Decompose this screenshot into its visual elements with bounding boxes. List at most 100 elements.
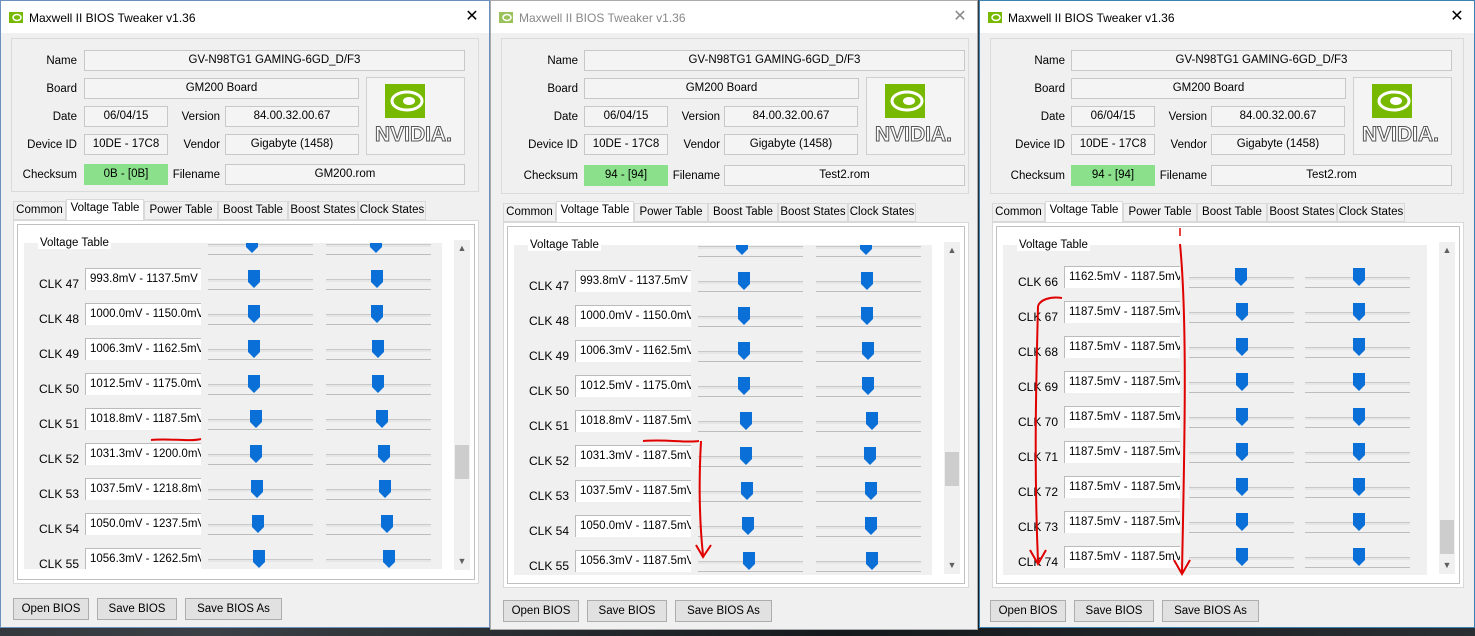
min-voltage-slider[interactable] bbox=[1189, 510, 1294, 540]
version-field[interactable]: 84.00.32.00.67 bbox=[225, 106, 359, 127]
voltage-range-field[interactable]: 1031.3mV - 1187.5mV bbox=[575, 445, 691, 467]
slider-thumb-icon[interactable] bbox=[383, 550, 395, 568]
voltage-range-field[interactable]: 1056.3mV - 1262.5mV bbox=[85, 548, 201, 569]
slider-thumb-icon[interactable] bbox=[738, 272, 750, 290]
slider-thumb-icon[interactable] bbox=[372, 340, 384, 358]
max-voltage-slider[interactable] bbox=[326, 477, 431, 507]
min-voltage-slider[interactable] bbox=[698, 549, 803, 575]
slider-thumb-icon[interactable] bbox=[248, 375, 260, 393]
min-voltage-slider[interactable] bbox=[208, 372, 313, 402]
tab-voltage-table[interactable]: Voltage Table bbox=[66, 199, 144, 220]
slider-thumb-icon[interactable] bbox=[860, 245, 872, 255]
tab-clock-states[interactable]: Clock States bbox=[358, 201, 426, 220]
min-voltage-slider[interactable] bbox=[698, 409, 803, 439]
max-voltage-slider[interactable] bbox=[326, 407, 431, 437]
vendor-field[interactable]: Gigabyte (1458) bbox=[724, 134, 858, 155]
tab-boost-states[interactable]: Boost States bbox=[288, 201, 358, 220]
max-voltage-slider[interactable] bbox=[326, 337, 431, 367]
open-bios-button[interactable]: Open BIOS bbox=[503, 600, 579, 622]
vendor-field[interactable]: Gigabyte (1458) bbox=[225, 134, 359, 155]
min-voltage-slider[interactable] bbox=[1189, 405, 1294, 435]
tab-voltage-table[interactable]: Voltage Table bbox=[556, 201, 634, 222]
max-voltage-slider[interactable] bbox=[816, 479, 921, 509]
tab-boost-states[interactable]: Boost States bbox=[778, 203, 848, 222]
min-voltage-slider[interactable] bbox=[698, 479, 803, 509]
min-voltage-slider[interactable] bbox=[698, 444, 803, 474]
slider-thumb-icon[interactable] bbox=[1236, 373, 1248, 391]
close-icon[interactable]: ✕ bbox=[461, 6, 483, 28]
slider-thumb-icon[interactable] bbox=[738, 342, 750, 360]
tab-voltage-table[interactable]: Voltage Table bbox=[1045, 201, 1123, 222]
board-field[interactable]: GM200 Board bbox=[1071, 78, 1346, 99]
device-id-field[interactable]: 10DE - 17C8 bbox=[1071, 134, 1155, 155]
min-voltage-slider[interactable] bbox=[208, 442, 313, 472]
scrollbar[interactable]: ▲ ▼ bbox=[944, 242, 960, 574]
max-voltage-slider[interactable] bbox=[816, 409, 921, 439]
min-voltage-slider[interactable] bbox=[1189, 370, 1294, 400]
slider-thumb-icon[interactable] bbox=[371, 305, 383, 323]
slider-thumb-icon[interactable] bbox=[862, 342, 874, 360]
slider-thumb-icon[interactable] bbox=[251, 480, 263, 498]
slider-thumb-icon[interactable] bbox=[248, 305, 260, 323]
slider-thumb-icon[interactable] bbox=[1353, 478, 1365, 496]
voltage-range-field[interactable]: 1037.5mV - 1187.5mV bbox=[575, 480, 691, 502]
open-bios-button[interactable]: Open BIOS bbox=[13, 598, 89, 620]
slider-thumb-icon[interactable] bbox=[370, 243, 382, 253]
slider-thumb-icon[interactable] bbox=[248, 340, 260, 358]
voltage-range-field[interactable]: 1056.3mV - 1187.5mV bbox=[575, 550, 691, 572]
voltage-range-field[interactable]: 1162.5mV - 1187.5mV bbox=[1064, 266, 1180, 288]
min-voltage-slider[interactable] bbox=[208, 512, 313, 542]
slider-thumb-icon[interactable] bbox=[865, 482, 877, 500]
voltage-range-field[interactable]: 1187.5mV - 1187.5mV bbox=[1064, 511, 1180, 533]
slider-thumb-icon[interactable] bbox=[742, 517, 754, 535]
min-voltage-slider[interactable] bbox=[208, 302, 313, 332]
checksum-field[interactable]: 94 - [94] bbox=[584, 165, 668, 186]
date-field[interactable]: 06/04/15 bbox=[1071, 106, 1155, 127]
slider-thumb-icon[interactable] bbox=[1236, 408, 1248, 426]
name-field[interactable]: GV-N98TG1 GAMING-6GD_D/F3 bbox=[84, 50, 465, 71]
slider-thumb-icon[interactable] bbox=[372, 375, 384, 393]
slider-thumb-icon[interactable] bbox=[371, 270, 383, 288]
slider-thumb-icon[interactable] bbox=[861, 307, 873, 325]
slider-thumb-icon[interactable] bbox=[381, 515, 393, 533]
scrollbar[interactable]: ▲ ▼ bbox=[454, 240, 470, 570]
checksum-field[interactable]: 0B - [0B] bbox=[84, 164, 168, 185]
board-field[interactable]: GM200 Board bbox=[84, 78, 359, 99]
slider-thumb-icon[interactable] bbox=[252, 515, 264, 533]
max-voltage-slider[interactable] bbox=[1305, 265, 1410, 295]
tab-boost-table[interactable]: Boost Table bbox=[218, 201, 288, 220]
min-voltage-slider[interactable] bbox=[698, 304, 803, 334]
max-voltage-slider[interactable] bbox=[326, 243, 431, 262]
min-voltage-slider[interactable] bbox=[208, 243, 313, 262]
slider-thumb-icon[interactable] bbox=[740, 412, 752, 430]
close-icon[interactable]: ✕ bbox=[949, 6, 971, 28]
slider-thumb-icon[interactable] bbox=[738, 307, 750, 325]
slider-thumb-icon[interactable] bbox=[864, 447, 876, 465]
min-voltage-slider[interactable] bbox=[698, 514, 803, 544]
device-id-field[interactable]: 10DE - 17C8 bbox=[584, 134, 668, 155]
filename-field[interactable]: GM200.rom bbox=[225, 164, 465, 185]
slider-thumb-icon[interactable] bbox=[378, 445, 390, 463]
min-voltage-slider[interactable] bbox=[208, 337, 313, 367]
slider-thumb-icon[interactable] bbox=[1236, 443, 1248, 461]
voltage-range-field[interactable]: 1000.0mV - 1150.0mV bbox=[575, 305, 691, 327]
slider-thumb-icon[interactable] bbox=[376, 410, 388, 428]
voltage-range-field[interactable]: 1012.5mV - 1175.0mV bbox=[575, 375, 691, 397]
scroll-up-icon[interactable]: ▲ bbox=[944, 242, 960, 259]
max-voltage-slider[interactable] bbox=[326, 267, 431, 297]
max-voltage-slider[interactable] bbox=[816, 304, 921, 334]
scroll-up-icon[interactable]: ▲ bbox=[454, 240, 470, 257]
tab-power-table[interactable]: Power Table bbox=[634, 203, 708, 222]
min-voltage-slider[interactable] bbox=[1189, 265, 1294, 295]
tab-common[interactable]: Common bbox=[503, 203, 556, 222]
voltage-range-field[interactable]: 1187.5mV - 1187.5mV bbox=[1064, 546, 1180, 568]
max-voltage-slider[interactable] bbox=[1305, 405, 1410, 435]
max-voltage-slider[interactable] bbox=[326, 372, 431, 402]
tab-boost-states[interactable]: Boost States bbox=[1267, 203, 1337, 222]
slider-thumb-icon[interactable] bbox=[250, 445, 262, 463]
title-bar[interactable]: Maxwell II BIOS Tweaker v1.36 ✕ bbox=[491, 1, 977, 33]
scroll-down-icon[interactable]: ▼ bbox=[454, 553, 470, 570]
version-field[interactable]: 84.00.32.00.67 bbox=[1211, 106, 1345, 127]
tab-common[interactable]: Common bbox=[992, 203, 1045, 222]
tab-clock-states[interactable]: Clock States bbox=[848, 203, 916, 222]
